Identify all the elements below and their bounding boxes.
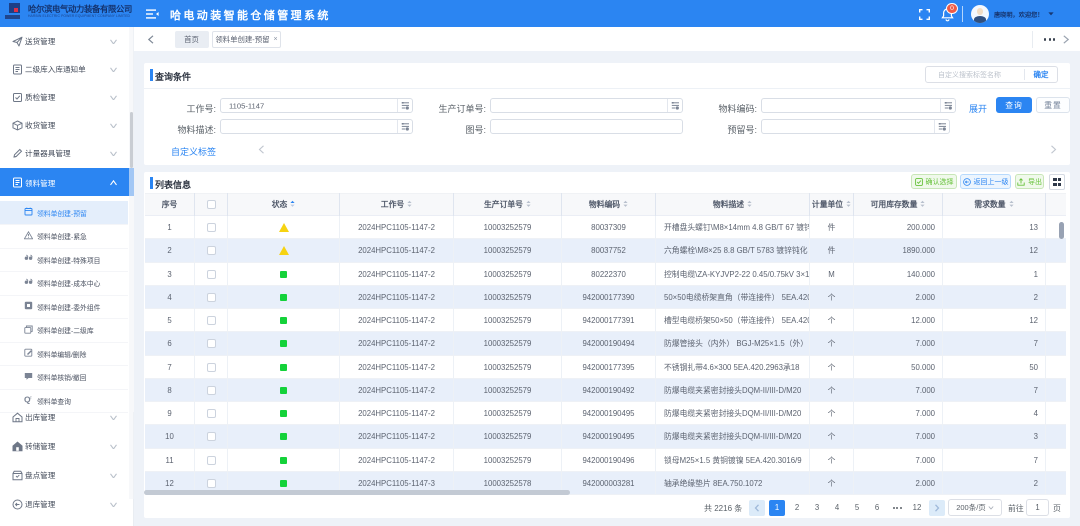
svg-text:²: ² (30, 396, 32, 401)
